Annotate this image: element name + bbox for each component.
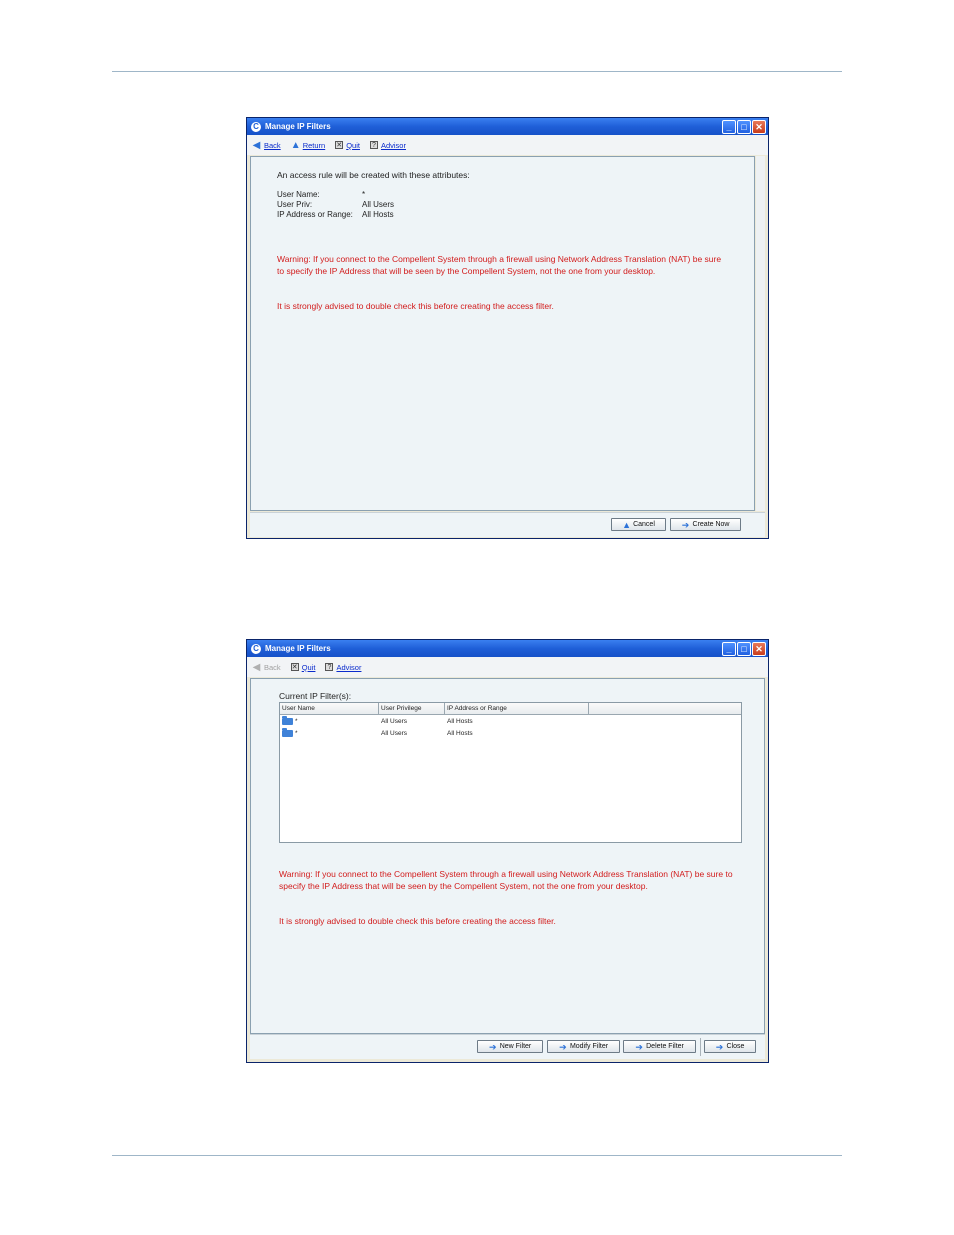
toolbar: ◀ Back ✕ Quit ? Advisor: [247, 657, 768, 677]
quit-icon: ✕: [335, 141, 344, 149]
advice-text: It is strongly advised to double check t…: [277, 301, 554, 311]
maximize-icon[interactable]: □: [737, 119, 751, 134]
advisor-button[interactable]: ? Advisor: [325, 663, 361, 672]
attr-ip-range: IP Address or Range: All Hosts: [277, 210, 394, 219]
col-ip-range[interactable]: IP Address or Range: [445, 703, 589, 714]
folder-icon: [282, 715, 293, 725]
quit-button[interactable]: ✕ Quit: [290, 663, 315, 672]
cell-ip-range: All Hosts: [447, 717, 473, 725]
window-title: Manage IP Filters: [265, 122, 331, 131]
minimize-icon[interactable]: _: [722, 641, 736, 656]
app-logo-icon: C: [251, 643, 261, 654]
ip-filter-table[interactable]: User Name User Privilege IP Address or R…: [279, 702, 742, 843]
new-filter-button[interactable]: ➔ New Filter: [477, 1040, 543, 1053]
col-user-privilege[interactable]: User Privilege: [379, 703, 445, 714]
return-button[interactable]: ▲ Return: [290, 139, 326, 151]
close-button[interactable]: ➔ Close: [704, 1040, 756, 1053]
col-user-name[interactable]: User Name: [280, 703, 379, 714]
scrollbar[interactable]: [756, 156, 765, 511]
advisor-icon: ?: [369, 141, 378, 149]
minimize-icon[interactable]: _: [722, 119, 736, 134]
page-header-rule: [112, 71, 842, 72]
back-arrow-icon: ◀: [252, 139, 261, 151]
attribute-list: User Name: * User Priv: All Users IP Addre…: [277, 190, 394, 220]
manage-ip-filters-list-window: C Manage IP Filters _ □ ✕ ◀ Back ✕ Quit ? A…: [246, 639, 769, 1063]
right-arrow-icon: ➔: [681, 519, 690, 530]
cancel-arrow-icon: ▲: [622, 519, 632, 530]
title-bar: C Manage IP Filters _ □ ✕: [247, 640, 768, 657]
back-arrow-icon: ◀: [252, 661, 261, 673]
right-arrow-icon: ➔: [488, 1041, 497, 1052]
delete-filter-button[interactable]: ➔ Delete Filter: [623, 1040, 696, 1053]
toolbar: ◀ Back ▲ Return ✕ Quit ? Advisor: [247, 135, 768, 155]
attr-user-priv: User Priv: All Users: [277, 200, 395, 209]
cell-ip-range: All Hosts: [447, 729, 473, 737]
close-icon[interactable]: ✕: [752, 119, 766, 134]
back-button: ◀ Back: [252, 661, 281, 673]
advice-text: It is strongly advised to double check t…: [279, 916, 556, 926]
right-arrow-icon: ➔: [715, 1041, 724, 1052]
attr-user-name: User Name: *: [277, 190, 366, 199]
right-arrow-icon: ➔: [635, 1041, 643, 1052]
quit-icon: ✕: [290, 663, 299, 671]
create-now-button[interactable]: ➔ Create Now: [670, 518, 741, 531]
button-separator: [700, 1038, 701, 1056]
title-bar: C Manage IP Filters _ □ ✕: [247, 118, 768, 135]
cell-user-name: *: [280, 727, 379, 737]
advisor-icon: ?: [325, 663, 334, 671]
content-panel: An access rule will be created with thes…: [250, 156, 755, 511]
content-panel: Current IP Filter(s): User Name User Pri…: [250, 678, 765, 1034]
button-bar: ▲ Cancel ➔ Create Now: [250, 512, 765, 537]
page-footer-rule: [112, 1155, 842, 1156]
warning-text: Warning: If you connect to the Compellen…: [279, 869, 733, 891]
cell-user-privilege: All Users: [381, 717, 408, 725]
cancel-button[interactable]: ▲ Cancel: [611, 518, 666, 531]
right-arrow-icon: ➔: [559, 1041, 567, 1052]
list-label: Current IP Filter(s):: [279, 691, 352, 701]
app-logo-icon: C: [251, 121, 261, 132]
cell-user-privilege: All Users: [381, 729, 408, 737]
back-button[interactable]: ◀ Back: [252, 139, 281, 151]
modify-filter-button[interactable]: ➔ Modify Filter: [547, 1040, 620, 1053]
table-row[interactable]: * All Users All Hosts: [280, 727, 741, 739]
close-icon[interactable]: ✕: [752, 641, 766, 656]
folder-icon: [282, 727, 293, 737]
manage-ip-filters-confirm-window: C Manage IP Filters _ □ ✕ ◀ Back ▲ Return …: [246, 117, 769, 539]
advisor-button[interactable]: ? Advisor: [369, 141, 406, 150]
table-header: User Name User Privilege IP Address or R…: [280, 703, 741, 715]
up-arrow-icon: ▲: [290, 139, 301, 151]
table-row[interactable]: * All Users All Hosts: [280, 715, 741, 727]
cell-user-name: *: [280, 715, 379, 725]
window-title: Manage IP Filters: [265, 644, 331, 653]
warning-text: Warning: If you connect to the Compellen…: [277, 254, 722, 276]
intro-text: An access rule will be created with thes…: [277, 170, 470, 180]
maximize-icon[interactable]: □: [737, 641, 751, 656]
button-bar: ➔ New Filter ➔ Modify Filter ➔ Delete Filte…: [250, 1034, 765, 1059]
quit-button[interactable]: ✕ Quit: [335, 141, 360, 150]
